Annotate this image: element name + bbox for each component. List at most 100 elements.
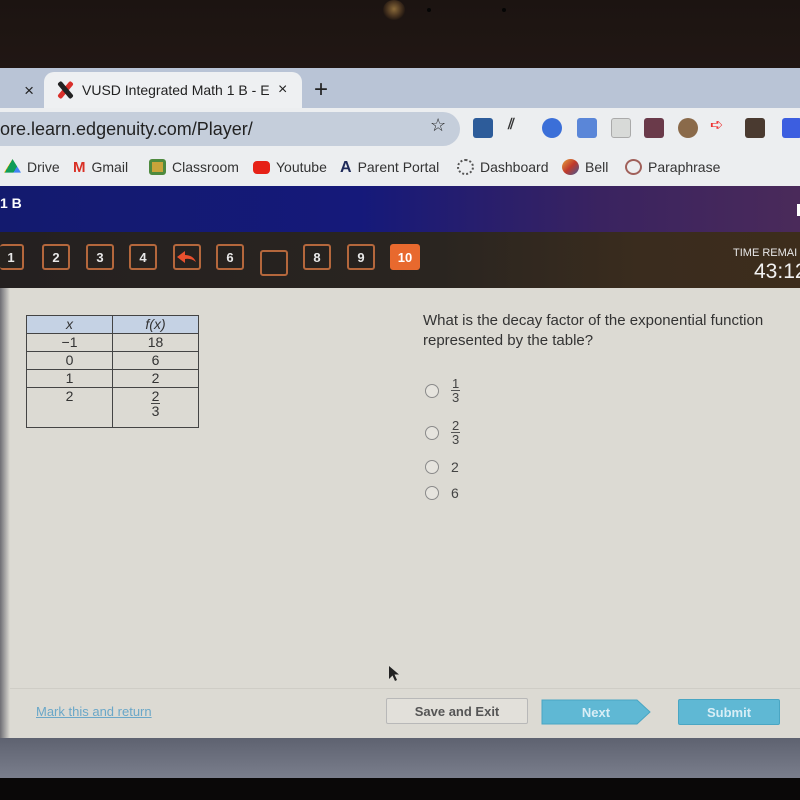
- arrow-extension-icon[interactable]: ➪: [710, 115, 730, 135]
- dashboard-icon: [457, 159, 474, 175]
- timer-label: TIME REMAI: [733, 247, 798, 259]
- column-header-fx: f(x): [112, 315, 199, 334]
- question-button-4[interactable]: 4: [129, 244, 157, 270]
- cell-fx: 18: [112, 333, 199, 352]
- bookmark-dashboard[interactable]: Dashboard: [457, 159, 549, 175]
- radio-button[interactable]: [425, 425, 439, 440]
- table-row: 2 2 3: [26, 387, 199, 428]
- next-button[interactable]: Next: [541, 699, 651, 725]
- save-and-exit-button[interactable]: Save and Exit: [386, 698, 528, 724]
- browser-chrome: × VUSD Integrated Math 1 B - Edge × + or…: [0, 68, 800, 186]
- question-button-6[interactable]: 6: [216, 244, 244, 270]
- bookmark-gmail[interactable]: M Gmail: [73, 159, 129, 176]
- new-tab-button[interactable]: +: [314, 76, 328, 104]
- sensor-dot: [427, 8, 431, 12]
- panel-edge: [0, 288, 10, 738]
- bookmark-parent-portal[interactable]: A Parent Portal: [340, 159, 440, 176]
- bookmarks-bar: Drive M Gmail Classroom Youtube A Parent…: [0, 150, 800, 186]
- choice-label: 6: [451, 485, 459, 501]
- bars-extension-icon[interactable]: ⫽: [508, 116, 528, 136]
- bookmark-paraphrase[interactable]: Paraphrase: [625, 159, 720, 175]
- bookmark-bell[interactable]: Bell: [562, 159, 608, 175]
- webcam-icon: [383, 0, 405, 20]
- question-button-2[interactable]: 2: [42, 244, 70, 270]
- footer-divider: [10, 688, 800, 689]
- mark-and-return-link[interactable]: Mark this and return: [36, 704, 152, 719]
- translate-extension-icon[interactable]: [577, 118, 597, 138]
- cell-x: 1: [26, 369, 113, 388]
- bookmark-label: Drive: [27, 159, 60, 175]
- radio-button[interactable]: [425, 383, 439, 398]
- paraphrase-icon: [625, 159, 642, 175]
- answer-choice-3[interactable]: 2: [425, 459, 459, 475]
- bell-icon: [562, 159, 579, 175]
- radio-button[interactable]: [425, 486, 439, 500]
- tab-previous[interactable]: ×: [0, 74, 44, 108]
- bookmark-label: Gmail: [91, 159, 129, 175]
- bookmark-label: Classroom: [172, 159, 239, 175]
- blue-extension-icon[interactable]: [782, 118, 800, 138]
- radio-button[interactable]: [425, 460, 439, 474]
- question-prompt: What is the decay factor of the exponent…: [423, 312, 764, 349]
- question-button-1[interactable]: 1: [0, 244, 24, 270]
- bookmark-label: Dashboard: [480, 159, 549, 175]
- cell-fx: 2 3: [112, 387, 199, 428]
- drive-icon: [4, 159, 21, 173]
- question-button-7-unanswered[interactable]: [260, 250, 288, 276]
- book-extension-icon[interactable]: [644, 118, 664, 138]
- answer-choice-1[interactable]: 1 3: [425, 376, 461, 405]
- close-icon[interactable]: ×: [278, 81, 287, 99]
- answer-choice-4[interactable]: 6: [425, 485, 459, 501]
- table-row: −1 18: [26, 333, 199, 352]
- function-table: x f(x) −1 18 0 6 1 2 2 2 3: [26, 315, 199, 428]
- url-input[interactable]: ore.learn.edgenuity.com/Player/: [0, 112, 460, 146]
- question-button-3[interactable]: 3: [86, 244, 114, 270]
- question-navigator: 1 2 3 4 6 8 9 10 TIME REMAI 43:12: [0, 232, 800, 288]
- question-button-5-marked[interactable]: [173, 244, 201, 270]
- shield-extension-icon[interactable]: [542, 118, 562, 138]
- youtube-icon: [253, 160, 270, 174]
- classroom-icon: [149, 159, 166, 175]
- bookmark-star-icon[interactable]: ☆: [430, 115, 446, 136]
- question-button-8[interactable]: 8: [303, 244, 331, 270]
- mouse-cursor-icon: [389, 666, 401, 687]
- bookmark-label: Youtube: [276, 159, 327, 175]
- address-bar-row: ore.learn.edgenuity.com/Player/ ☆ ⫽ ➪: [0, 108, 800, 150]
- question-button-10-current[interactable]: 10: [390, 244, 420, 270]
- submit-button[interactable]: Submit: [678, 699, 780, 725]
- fraction: 2 3: [150, 388, 161, 419]
- table-row: 0 6: [26, 351, 199, 370]
- cell-x: 0: [26, 351, 113, 370]
- bookmark-youtube[interactable]: Youtube: [253, 159, 327, 175]
- key-extension-icon[interactable]: [473, 118, 493, 138]
- next-label: Next: [581, 704, 611, 720]
- pen-extension-icon[interactable]: [745, 118, 765, 138]
- fraction: 1 3: [451, 376, 461, 405]
- bookmark-label: Parent Portal: [357, 159, 440, 175]
- url-text: ore.learn.edgenuity.com/Player/: [0, 118, 253, 139]
- reader-extension-icon[interactable]: [611, 118, 631, 138]
- monitor-bezel-bottom: [0, 778, 800, 800]
- bookmark-drive[interactable]: Drive: [4, 159, 60, 175]
- sensor-dot: [502, 8, 506, 12]
- parent-portal-icon: A: [340, 159, 352, 176]
- table-header-row: x f(x): [26, 315, 199, 334]
- course-header: 1 B: [0, 186, 800, 232]
- close-icon[interactable]: ×: [24, 81, 34, 101]
- cell-x: 2: [26, 387, 113, 428]
- question-button-9[interactable]: 9: [347, 244, 375, 270]
- choice-label: 2: [451, 459, 459, 475]
- cell-x: −1: [26, 333, 113, 352]
- tab-strip: × VUSD Integrated Math 1 B - Edge × +: [0, 68, 800, 108]
- bookmark-classroom[interactable]: Classroom: [149, 159, 239, 175]
- answer-choice-2[interactable]: 2 3: [425, 419, 461, 446]
- bookmark-label: Paraphrase: [648, 159, 721, 175]
- pin-extension-icon[interactable]: [678, 118, 698, 138]
- table-row: 1 2: [26, 369, 199, 388]
- monitor-bezel-top: [0, 0, 800, 68]
- edgenuity-favicon-icon: [54, 80, 76, 100]
- cell-fx: 2: [112, 369, 199, 388]
- return-arrow-icon: [177, 251, 196, 263]
- tab-active[interactable]: VUSD Integrated Math 1 B - Edge ×: [44, 72, 302, 108]
- timer-value: 43:12: [754, 260, 800, 283]
